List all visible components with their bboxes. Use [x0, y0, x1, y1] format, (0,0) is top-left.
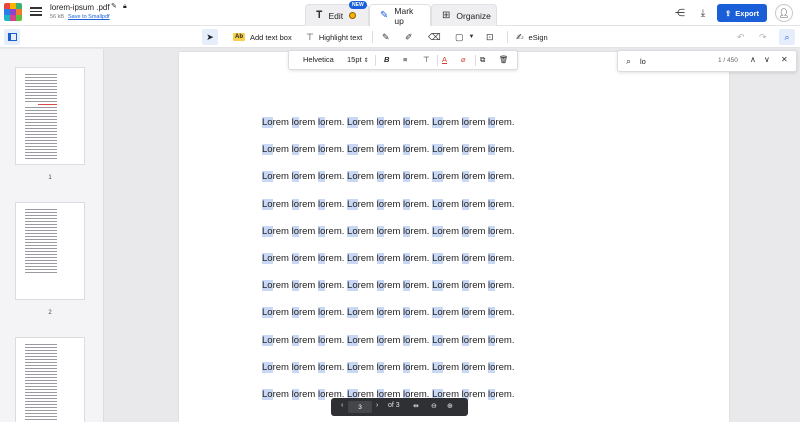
rename-pencil-icon[interactable]: ✎: [111, 3, 119, 11]
shape-tool-dropdown[interactable]: ▢ ▼: [455, 29, 474, 45]
eraser-tool-icon[interactable]: ⌫: [428, 29, 441, 45]
tab-mark-up[interactable]: ✎ Mark up: [369, 4, 431, 26]
rectangle-shape-icon: ▢: [455, 31, 464, 42]
add-text-box-label: Add text box: [250, 32, 292, 42]
pdf-page[interactable]: Lorem lorem lorem. Lorem lorem lorem. Lo…: [179, 52, 729, 422]
file-name[interactable]: lorem-ipsum .pdf: [50, 3, 110, 12]
thumbnail-page-2[interactable]: [15, 202, 85, 300]
markup-toolbar: ➤ Ab Add text box ⊤ Highlight text ✎ ✐ ⌫…: [0, 26, 800, 48]
duplicate-icon[interactable]: ⧉: [480, 55, 485, 65]
thumbnail-page-1[interactable]: [15, 67, 85, 165]
account-avatar-icon[interactable]: 👤︎: [775, 4, 793, 22]
image-insert-icon[interactable]: ⊡: [486, 29, 494, 45]
font-size-select[interactable]: 15pt ⇕: [347, 55, 369, 64]
tab-edit[interactable]: 𝐓 Edit NEW: [305, 1, 369, 26]
fit-width-icon[interactable]: ⇹: [413, 402, 419, 410]
select-cursor-icon[interactable]: ➤: [202, 29, 218, 45]
chevron-down-icon: ▼: [468, 34, 475, 40]
next-page-chevron-icon[interactable]: ›: [376, 402, 378, 409]
redo-icon[interactable]: ↷: [759, 29, 767, 45]
signature-icon: ✍︎: [516, 31, 524, 42]
document-viewport[interactable]: Lorem lorem lorem. Lorem lorem lorem. Lo…: [105, 49, 800, 422]
highlight-text-icon: ⊤: [306, 31, 314, 42]
text-format-bar: Helvetica 15pt ⇕ B ≡ ⊤ A ⌀ ⧉ 🗑︎: [288, 50, 518, 70]
page-thumbnails-sidebar: 1 2: [0, 49, 104, 422]
new-badge: NEW: [349, 1, 367, 9]
search-panel: ⌕ 1 / 450 ∧ ∨ ✕: [617, 50, 797, 72]
document-text-line[interactable]: Lorem lorem lorem. Lorem lorem lorem. Lo…: [262, 117, 514, 128]
previous-result-chevron-up-icon[interactable]: ∧: [750, 55, 756, 64]
highlighter-tool-icon[interactable]: ✐: [405, 29, 413, 45]
undo-icon[interactable]: ↶: [737, 29, 745, 45]
lock-icon[interactable]: 🔒︎: [123, 3, 131, 11]
thumbnail-page-3[interactable]: [15, 337, 85, 422]
highlight-text-button[interactable]: ⊤ Highlight text: [306, 29, 362, 45]
document-text-line[interactable]: Lorem lorem lorem. Lorem lorem lorem. Lo…: [262, 307, 514, 319]
highlight-color-icon[interactable]: ⌀: [461, 55, 466, 64]
format-divider: [475, 55, 476, 66]
previous-page-chevron-icon[interactable]: ‹: [341, 402, 343, 409]
document-text-line[interactable]: Lorem lorem lorem. Lorem lorem lorem. Lo…: [262, 144, 514, 156]
smallpdf-logo[interactable]: [4, 3, 22, 21]
search-icon: ⌕: [626, 56, 632, 66]
text-box-icon: Ab: [233, 33, 245, 41]
bold-button[interactable]: B: [384, 55, 389, 64]
page-navigator: ‹ › of 3 ⇹ ⊖ ⊕: [331, 398, 468, 416]
document-text-line[interactable]: Lorem lorem lorem. Lorem lorem lorem. Lo…: [262, 361, 514, 373]
thumbnail-number: 2: [48, 310, 52, 316]
sidebar-toggle-icon[interactable]: [4, 29, 20, 45]
pen-icon: ✎: [380, 10, 389, 21]
grid-icon: ⊞: [442, 10, 451, 21]
text-cursor-icon: 𝐓: [316, 10, 323, 21]
premium-badge-icon: [349, 12, 357, 19]
document-text-line[interactable]: Lorem lorem lorem. Lorem lorem lorem. Lo…: [262, 198, 514, 210]
export-button[interactable]: ⇪ Export: [717, 4, 767, 22]
highlight-text-label: Highlight text: [318, 32, 363, 42]
search-tool-icon[interactable]: ⌕: [779, 29, 795, 45]
search-input[interactable]: [640, 55, 700, 68]
text-color-icon[interactable]: A: [442, 55, 447, 64]
document-text-line[interactable]: Lorem lorem lorem. Lorem lorem lorem. Lo…: [262, 253, 514, 264]
format-divider: [375, 55, 376, 66]
document-text-line[interactable]: Lorem lorem lorem. Lorem lorem lorem. Lo…: [262, 334, 514, 346]
zoom-in-icon[interactable]: ⊕: [447, 402, 453, 410]
tab-organize-label: Organize: [456, 10, 491, 21]
thumbnail-number: 1: [48, 175, 52, 181]
export-upload-icon: ⇪: [724, 8, 732, 18]
toolbar-divider: [507, 31, 508, 43]
format-divider: [437, 55, 438, 66]
page-total: of 3: [388, 402, 400, 409]
font-size-value: 15pt: [347, 55, 362, 64]
trash-icon[interactable]: 🗑︎: [499, 55, 509, 64]
mode-tabs: 𝐓 Edit NEW ✎ Mark up ⊞ Organize: [305, 1, 497, 26]
export-label: Export: [735, 8, 760, 18]
tab-organize[interactable]: ⊞ Organize: [431, 4, 497, 26]
tab-edit-label: Edit: [328, 10, 344, 21]
search-result-count: 1 / 450: [718, 57, 738, 64]
file-size: 56 kB: [50, 14, 65, 20]
close-search-icon[interactable]: ✕: [781, 55, 788, 64]
top-bar: lorem-ipsum .pdf ✎ 🔒︎ 56 kB Save to Smal…: [0, 0, 800, 26]
font-family-select[interactable]: Helvetica: [303, 55, 334, 64]
save-to-smallpdf-link[interactable]: Save to Smallpdf: [68, 14, 110, 20]
add-text-box-button[interactable]: Ab Add text box: [233, 29, 292, 45]
document-text-line[interactable]: Lorem lorem lorem. Lorem lorem lorem. Lo…: [262, 171, 514, 183]
stepper-icon: ⇕: [363, 58, 369, 64]
tab-mark-up-label: Mark up: [394, 5, 414, 26]
text-height-icon[interactable]: ⊤: [423, 55, 430, 64]
toolbar-divider: [372, 31, 373, 43]
download-icon[interactable]: ⤓: [694, 4, 712, 22]
page-number-input[interactable]: [348, 401, 372, 413]
zoom-out-icon[interactable]: ⊖: [431, 402, 437, 410]
esign-button[interactable]: ✍︎ eSign: [516, 29, 548, 45]
menu-icon[interactable]: [29, 5, 43, 19]
pencil-tool-icon[interactable]: ✎: [382, 29, 390, 45]
document-text-line[interactable]: Lorem lorem lorem. Lorem lorem lorem. Lo…: [262, 225, 514, 237]
align-left-icon[interactable]: ≡: [403, 55, 407, 64]
share-icon[interactable]: ⋲: [671, 4, 689, 22]
esign-label: eSign: [528, 32, 548, 42]
next-result-chevron-down-icon[interactable]: ∨: [764, 55, 770, 64]
document-text-line[interactable]: Lorem lorem lorem. Lorem lorem lorem. Lo…: [262, 280, 514, 292]
